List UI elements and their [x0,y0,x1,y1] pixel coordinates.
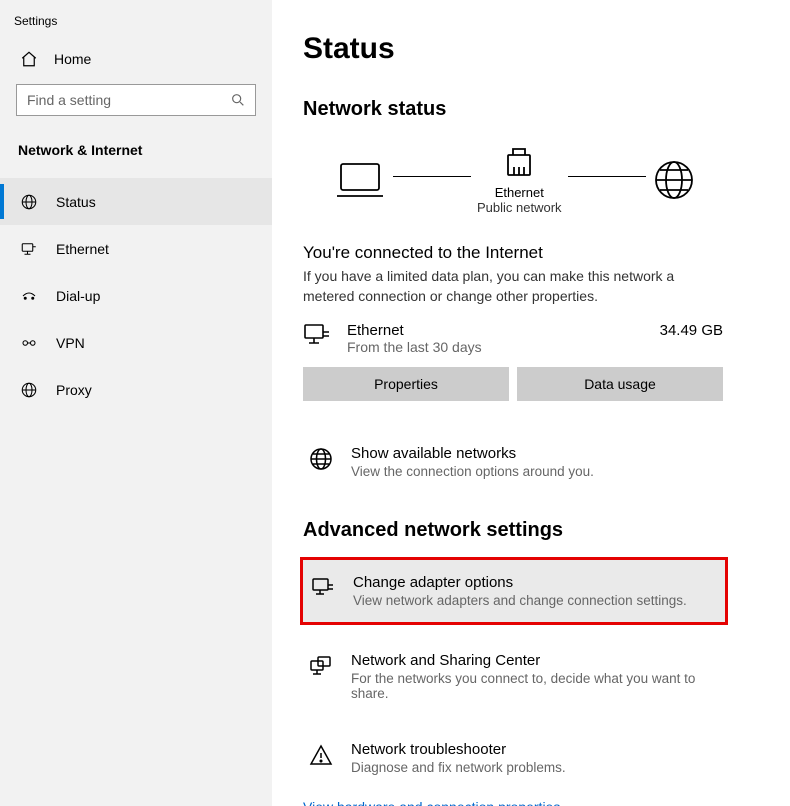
sharing-icon [309,654,333,678]
sidebar-item-ethernet[interactable]: Ethernet [0,225,272,272]
monitor-icon [303,322,331,350]
network-status-heading: Network status [303,98,760,121]
status-icon [20,193,38,211]
page-title: Status [303,32,760,66]
sidebar-item-status[interactable]: Status [0,178,272,225]
diagram-line [568,176,646,177]
sidebar-home-label: Home [54,51,91,67]
change-adapter-options[interactable]: Change adapter options View network adap… [303,560,725,622]
show-networks-sub: View the connection options around you. [351,464,594,479]
sidebar-item-vpn[interactable]: VPN [0,319,272,366]
connection-summary: Ethernet From the last 30 days 34.49 GB [303,322,723,355]
network-diagram: Ethernet Public network [303,139,760,219]
sidebar-item-label: Proxy [56,382,92,398]
warning-icon [309,743,333,767]
network-sharing-center[interactable]: Network and Sharing Center For the netwo… [303,642,733,711]
sidebar-item-label: VPN [56,335,85,351]
sidebar: Settings Home Find a setting Network & I… [0,0,273,806]
home-icon [20,50,38,68]
sidebar-home[interactable]: Home [0,40,272,78]
data-used: 34.49 GB [660,322,723,339]
nav-list: Status Ethernet Dial-up VPN Proxy [0,170,272,413]
adapter-title: Change adapter options [353,574,687,591]
sharing-title: Network and Sharing Center [351,652,727,669]
search-icon [229,91,247,109]
adapter-sub: View network adapters and change connect… [353,593,687,608]
troubleshooter-title: Network troubleshooter [351,741,566,758]
advanced-heading: Advanced network settings [303,519,760,542]
vpn-icon [20,334,38,352]
connected-description: If you have a limited data plan, you can… [303,267,723,306]
sidebar-item-label: Ethernet [56,241,109,257]
proxy-icon [20,381,38,399]
network-troubleshooter[interactable]: Network troubleshooter Diagnose and fix … [303,731,733,785]
globe-icon [652,158,696,202]
main-panel: Status Network status Ethernet Public ne… [273,0,790,806]
connection-name: Ethernet [347,322,644,339]
adapter-icon [311,576,335,600]
sidebar-item-proxy[interactable]: Proxy [0,366,272,413]
connected-heading: You're connected to the Internet [303,243,760,263]
diagram-network-type: Public network [477,200,562,215]
sidebar-item-dialup[interactable]: Dial-up [0,272,272,319]
search-input[interactable]: Find a setting [16,84,256,116]
sidebar-category-header: Network & Internet [0,130,272,170]
window-title: Settings [0,6,272,40]
connection-sub: From the last 30 days [347,339,644,355]
troubleshooter-sub: Diagnose and fix network problems. [351,760,566,775]
ethernet-device-icon [502,145,536,181]
sidebar-item-label: Status [56,194,96,210]
ethernet-icon [20,240,38,258]
dialup-icon [20,287,38,305]
search-placeholder: Find a setting [27,92,111,108]
show-available-networks[interactable]: Show available networks View the connect… [303,435,733,489]
sidebar-item-label: Dial-up [56,288,100,304]
data-usage-button[interactable]: Data usage [517,367,723,401]
hardware-properties-link[interactable]: View hardware and connection properties [303,799,560,806]
properties-button[interactable]: Properties [303,367,509,401]
laptop-icon [333,158,387,202]
show-networks-title: Show available networks [351,445,594,462]
sharing-sub: For the networks you connect to, decide … [351,671,727,701]
diagram-device-label: Ethernet [495,185,544,200]
diagram-line [393,176,471,177]
globe-icon [309,447,333,471]
